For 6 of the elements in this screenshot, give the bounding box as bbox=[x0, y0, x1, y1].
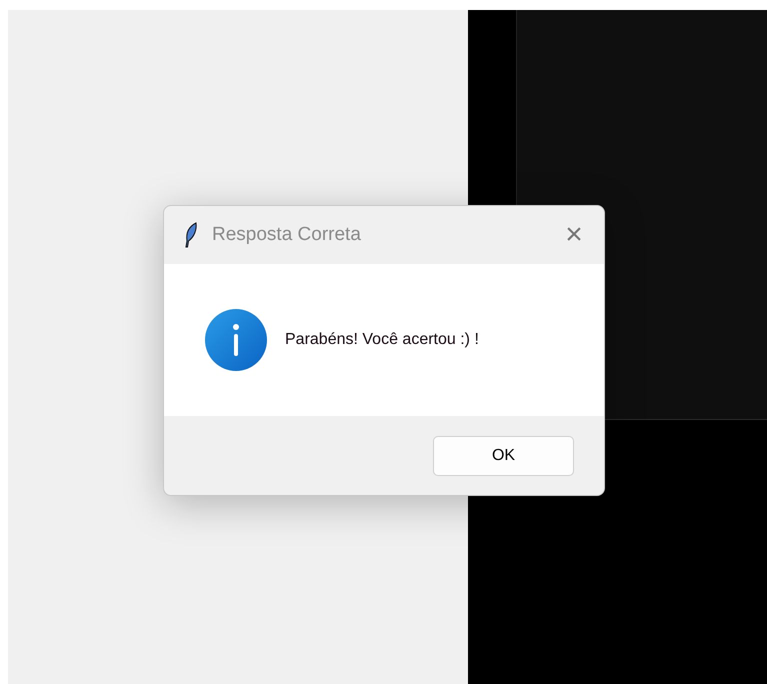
message-text: Parabéns! Você acertou :) ! bbox=[285, 330, 479, 350]
close-button[interactable]: × bbox=[558, 219, 590, 251]
info-icon bbox=[204, 308, 268, 372]
ok-button[interactable]: OK bbox=[433, 436, 574, 476]
window-title: Resposta Correta bbox=[212, 222, 361, 247]
feather-icon bbox=[184, 222, 198, 248]
